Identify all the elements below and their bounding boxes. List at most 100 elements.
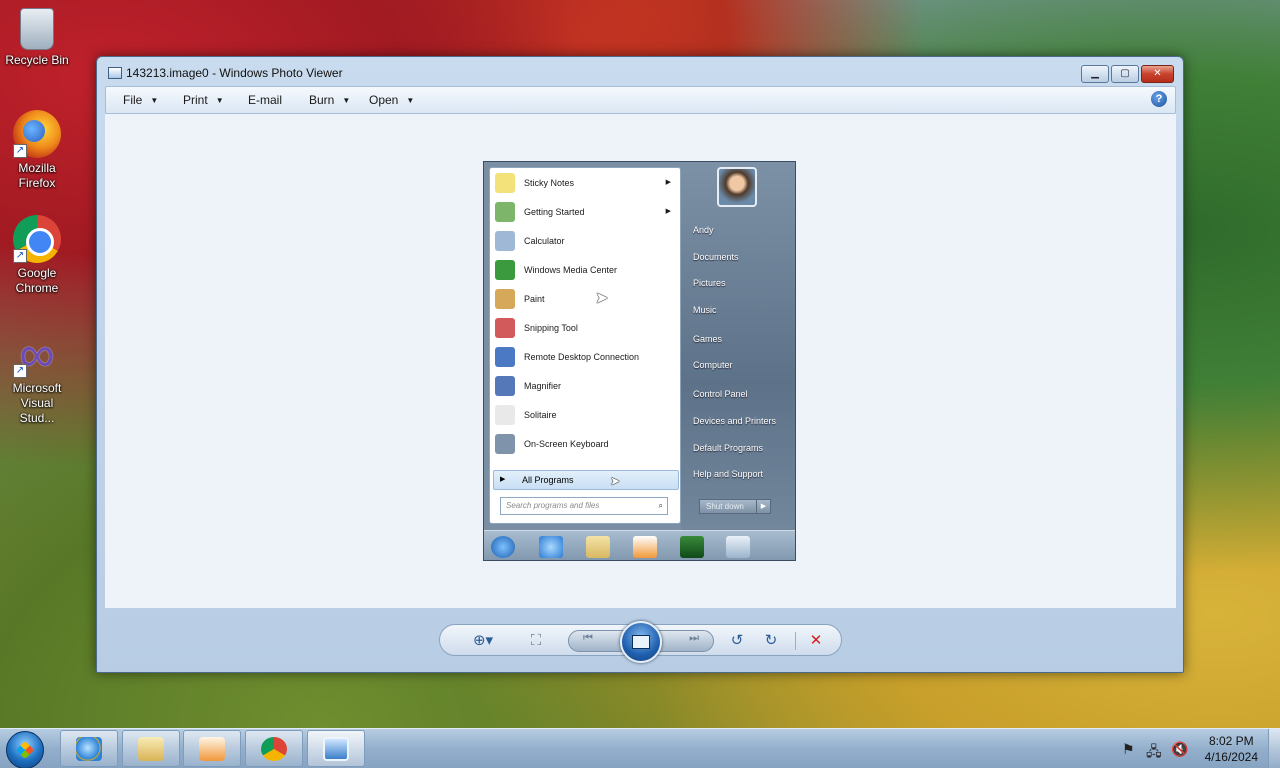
- program-label: Getting Started: [524, 207, 585, 217]
- program-label: Remote Desktop Connection: [524, 352, 640, 362]
- system-clock[interactable]: 8:02 PM 4/16/2024: [1205, 733, 1258, 765]
- next-button[interactable]: ⏭: [689, 632, 699, 645]
- start-menu-programs-pane: Sticky Notes ▶ Getting Started ▶ Calculator W…: [489, 167, 681, 524]
- print-menu[interactable]: Print ▼: [183, 93, 224, 107]
- open-menu-label: Open: [369, 93, 399, 107]
- program-list-item: Magnifier: [493, 373, 679, 399]
- network-icon[interactable]: 🖧: [1146, 741, 1162, 765]
- maximize-button[interactable]: ▢: [1111, 65, 1139, 83]
- firefox-label: Mozilla Firefox: [18, 161, 56, 190]
- show-desktop-button[interactable]: [1268, 729, 1280, 768]
- firefox-shortcut[interactable]: ↗ Mozilla Firefox: [2, 110, 72, 191]
- submenu-arrow-icon: ▶: [665, 179, 671, 186]
- internet-explorer-icon: [76, 737, 102, 761]
- program-list-item: Remote Desktop Connection: [493, 344, 679, 370]
- start-menu-link: Devices and Printers: [693, 416, 777, 426]
- search-icon: ⌕: [658, 501, 663, 510]
- burn-menu[interactable]: Burn ▼: [309, 93, 350, 107]
- burn-menu-label: Burn: [309, 93, 335, 107]
- shortcut-arrow-icon: ↗: [13, 144, 27, 158]
- firefox-icon: ↗: [13, 110, 61, 158]
- rotate-clockwise-button[interactable]: ↻: [760, 630, 782, 652]
- program-icon: [495, 231, 515, 251]
- media-player-icon: [633, 536, 657, 558]
- program-icon: [495, 376, 515, 396]
- program-list-item: Solitaire: [493, 402, 679, 428]
- chevron-down-icon: ▼: [406, 96, 415, 105]
- actual-size-button[interactable]: ⛶: [524, 630, 548, 652]
- volume-muted-icon[interactable]: 🔇: [1171, 741, 1188, 758]
- taskbar-internet-explorer[interactable]: [60, 730, 118, 767]
- start-menu-link: Pictures: [693, 278, 726, 288]
- program-list-item: Sticky Notes ▶: [493, 170, 679, 196]
- shutdown-button-image: Shut down: [699, 499, 757, 514]
- folder-icon: [138, 737, 164, 761]
- start-menu-link: Help and Support: [693, 469, 764, 479]
- start-menu-link: Andy: [693, 225, 714, 235]
- program-label: Paint: [524, 294, 545, 304]
- email-menu[interactable]: E-mail: [248, 93, 282, 107]
- visual-studio-shortcut[interactable]: ↗ Microsoft Visual Stud...: [2, 330, 72, 426]
- chrome-icon: ↗: [13, 215, 61, 263]
- start-menu-link: Music: [693, 305, 717, 315]
- photo-viewer-window: 143213.image0 - Windows Photo Viewer ▁ ▢…: [96, 56, 1184, 673]
- start-menu-places-pane: Andy Documents Pictures Music Games Computer C…: [681, 162, 795, 530]
- program-icon: [495, 289, 515, 309]
- rotate-counterclockwise-button[interactable]: ↺: [726, 630, 748, 652]
- print-menu-label: Print: [183, 93, 208, 107]
- taskbar-windows-explorer[interactable]: [122, 730, 180, 767]
- taskbar-photo-viewer[interactable]: [307, 730, 365, 767]
- shutdown-arrow-icon: ▶: [756, 499, 771, 514]
- visual-studio-label: Microsoft Visual Stud...: [12, 381, 62, 425]
- visual-studio-icon: ↗: [13, 330, 61, 378]
- search-placeholder: Search programs and files: [506, 501, 600, 510]
- start-menu-link: Games: [693, 334, 723, 344]
- program-list-item: Windows Media Center: [493, 257, 679, 283]
- taskbar-media-player[interactable]: [183, 730, 241, 767]
- window-title: 143213.image0 - Windows Photo Viewer: [126, 66, 343, 80]
- close-button[interactable]: ✕: [1141, 65, 1174, 83]
- program-label: Sticky Notes: [524, 178, 575, 188]
- internet-explorer-icon: [539, 536, 563, 558]
- menu-bar: File ▼ Print ▼ E-mail Burn ▼ Open ▼ ?: [105, 86, 1176, 114]
- image-viewer-area[interactable]: Sticky Notes ▶ Getting Started ▶ Calculator W…: [105, 114, 1176, 608]
- chrome-shortcut[interactable]: ↗ Google Chrome: [2, 215, 72, 296]
- folder-icon: [586, 536, 610, 558]
- media-player-icon: [199, 737, 225, 761]
- zoom-button[interactable]: ⊕▾: [466, 630, 500, 652]
- program-label: On-Screen Keyboard: [524, 439, 609, 449]
- program-icon: [495, 318, 515, 338]
- previous-button[interactable]: ⏮: [583, 632, 593, 645]
- mouse-cursor-icon: ➤: [595, 290, 609, 307]
- program-label: Calculator: [524, 236, 565, 246]
- expand-arrow-icon: ▶: [500, 476, 506, 483]
- recycle-bin-shortcut[interactable]: Recycle Bin: [2, 8, 72, 68]
- minimize-button[interactable]: ▁: [1081, 65, 1109, 83]
- start-orb-icon: [491, 536, 515, 558]
- start-button[interactable]: [6, 731, 44, 768]
- program-icon: [495, 260, 515, 280]
- delete-button[interactable]: ✕: [804, 630, 828, 652]
- recycle-bin-icon: [20, 8, 54, 50]
- file-menu[interactable]: File ▼: [123, 93, 158, 107]
- program-list-item: Paint: [493, 286, 679, 312]
- shortcut-arrow-icon: ↗: [13, 249, 27, 263]
- file-menu-label: File: [123, 93, 143, 107]
- open-menu[interactable]: Open ▼: [369, 93, 414, 107]
- viewer-control-bar: ⊕▾ ⛶ ⏮ ⏭ ↺ ↻ ✕: [439, 621, 842, 663]
- all-programs-label: All Programs: [522, 475, 574, 485]
- program-label: Snipping Tool: [524, 323, 578, 333]
- action-center-flag-icon[interactable]: ⚑: [1122, 741, 1135, 758]
- photo-viewer-icon: [323, 737, 349, 761]
- taskbar-chrome[interactable]: [245, 730, 303, 767]
- displayed-photo: Sticky Notes ▶ Getting Started ▶ Calculator W…: [483, 161, 796, 561]
- title-bar[interactable]: 143213.image0 - Windows Photo Viewer ▁ ▢…: [97, 57, 1183, 87]
- program-icon: [495, 434, 515, 454]
- help-icon[interactable]: ?: [1151, 91, 1167, 107]
- slideshow-button[interactable]: [620, 621, 662, 663]
- slideshow-icon: [632, 635, 650, 649]
- chrome-label: Google Chrome: [15, 266, 59, 295]
- photo-taskbar: [484, 530, 795, 560]
- program-list-item: Snipping Tool: [493, 315, 679, 341]
- program-list-item: Calculator: [493, 228, 679, 254]
